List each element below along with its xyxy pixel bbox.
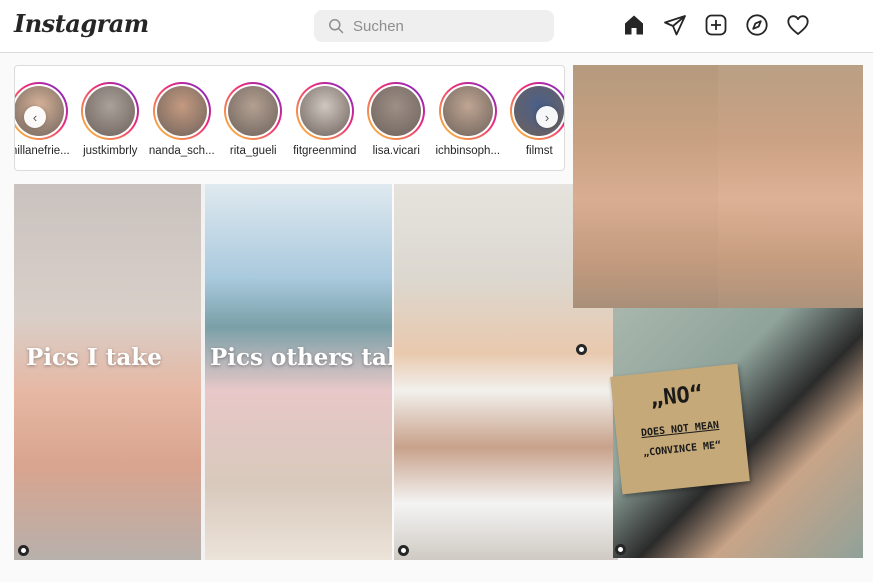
story-ring [438, 82, 497, 140]
stories-next-button[interactable]: › [536, 106, 558, 128]
story-avatar [442, 86, 493, 136]
story-ring-inner [83, 84, 138, 138]
sign-text-line2: DOES NOT MEAN [640, 419, 720, 440]
stories-tray: millanefrie... justkimbrly nanda_sch... rit… [14, 65, 565, 171]
story-ring [224, 82, 283, 140]
chevron-left-icon: ‹ [32, 109, 38, 125]
story-ring-inner [440, 84, 495, 138]
story-item[interactable]: nanda_sch... [146, 66, 218, 157]
story-avatar [228, 86, 279, 136]
sign-text-line3: „CONVINCE ME“ [642, 439, 722, 459]
post-photo-face-right [718, 65, 863, 308]
search-input[interactable] [353, 17, 543, 35]
user-tag-icon[interactable] [615, 544, 626, 555]
photo-divider [201, 184, 205, 560]
stories-prev-button[interactable]: ‹ [24, 106, 46, 128]
activity-heart-icon[interactable] [786, 13, 810, 37]
story-avatar [156, 86, 207, 136]
story-ring [367, 82, 426, 140]
story-username: fitgreenmind [293, 145, 357, 157]
chevron-right-icon: › [544, 109, 550, 125]
story-avatar [299, 86, 350, 136]
user-tag-icon[interactable] [398, 545, 409, 556]
story-item[interactable]: rita_gueli [218, 66, 290, 157]
cardboard-sign: „NO“ DOES NOT MEAN „CONVINCE ME“ [610, 363, 750, 495]
search-icon [329, 19, 344, 34]
story-ring [81, 82, 140, 140]
story-avatar [371, 86, 422, 136]
nav-icon-group [622, 13, 810, 37]
story-username: justkimbrly [83, 145, 138, 157]
story-ring-inner [297, 84, 352, 138]
story-username: ichbinsoph... [435, 145, 501, 157]
story-ring-inner [226, 84, 281, 138]
post-caption-right: Pics others take [210, 344, 392, 371]
feed-post-message[interactable]: „NO“ DOES NOT MEAN „CONVINCE ME“ [573, 65, 863, 558]
story-ring-inner [154, 84, 209, 138]
story-track: millanefrie... justkimbrly nanda_sch... rit… [15, 66, 564, 157]
story-item[interactable]: fitgreenmind [289, 66, 361, 157]
story-avatar [85, 86, 136, 136]
user-tag-icon[interactable] [576, 344, 587, 355]
post-photo-left [14, 184, 201, 560]
post-photo-right [205, 184, 392, 560]
story-item[interactable]: lisa.vicari [361, 66, 433, 157]
post-photo-sign: „NO“ DOES NOT MEAN „CONVINCE ME“ [610, 308, 863, 558]
story-username: nanda_sch... [148, 145, 215, 157]
instagram-logo[interactable]: Instagram [14, 9, 149, 38]
user-tag-icon[interactable] [18, 545, 29, 556]
home-icon[interactable] [622, 13, 646, 37]
search-box[interactable] [314, 10, 554, 42]
explore-compass-icon[interactable] [745, 13, 769, 37]
story-ring [152, 82, 211, 140]
story-username: rita_gueli [229, 145, 277, 157]
new-post-icon[interactable] [704, 13, 728, 37]
story-item[interactable]: justkimbrly [75, 66, 147, 157]
story-username: filmst [525, 145, 553, 157]
sign-text-line1: „NO“ [648, 381, 705, 412]
story-item[interactable]: ichbinsoph... [432, 66, 504, 157]
story-username: millanefrie... [15, 145, 70, 157]
top-navigation-bar: Instagram [0, 0, 873, 53]
feed-post-comparison[interactable]: Pics I take Pics others take [14, 184, 392, 560]
story-ring-inner [369, 84, 424, 138]
story-ring [295, 82, 354, 140]
post-photo-face-left [573, 65, 718, 308]
story-username: lisa.vicari [372, 145, 420, 157]
direct-send-icon[interactable] [663, 13, 687, 37]
